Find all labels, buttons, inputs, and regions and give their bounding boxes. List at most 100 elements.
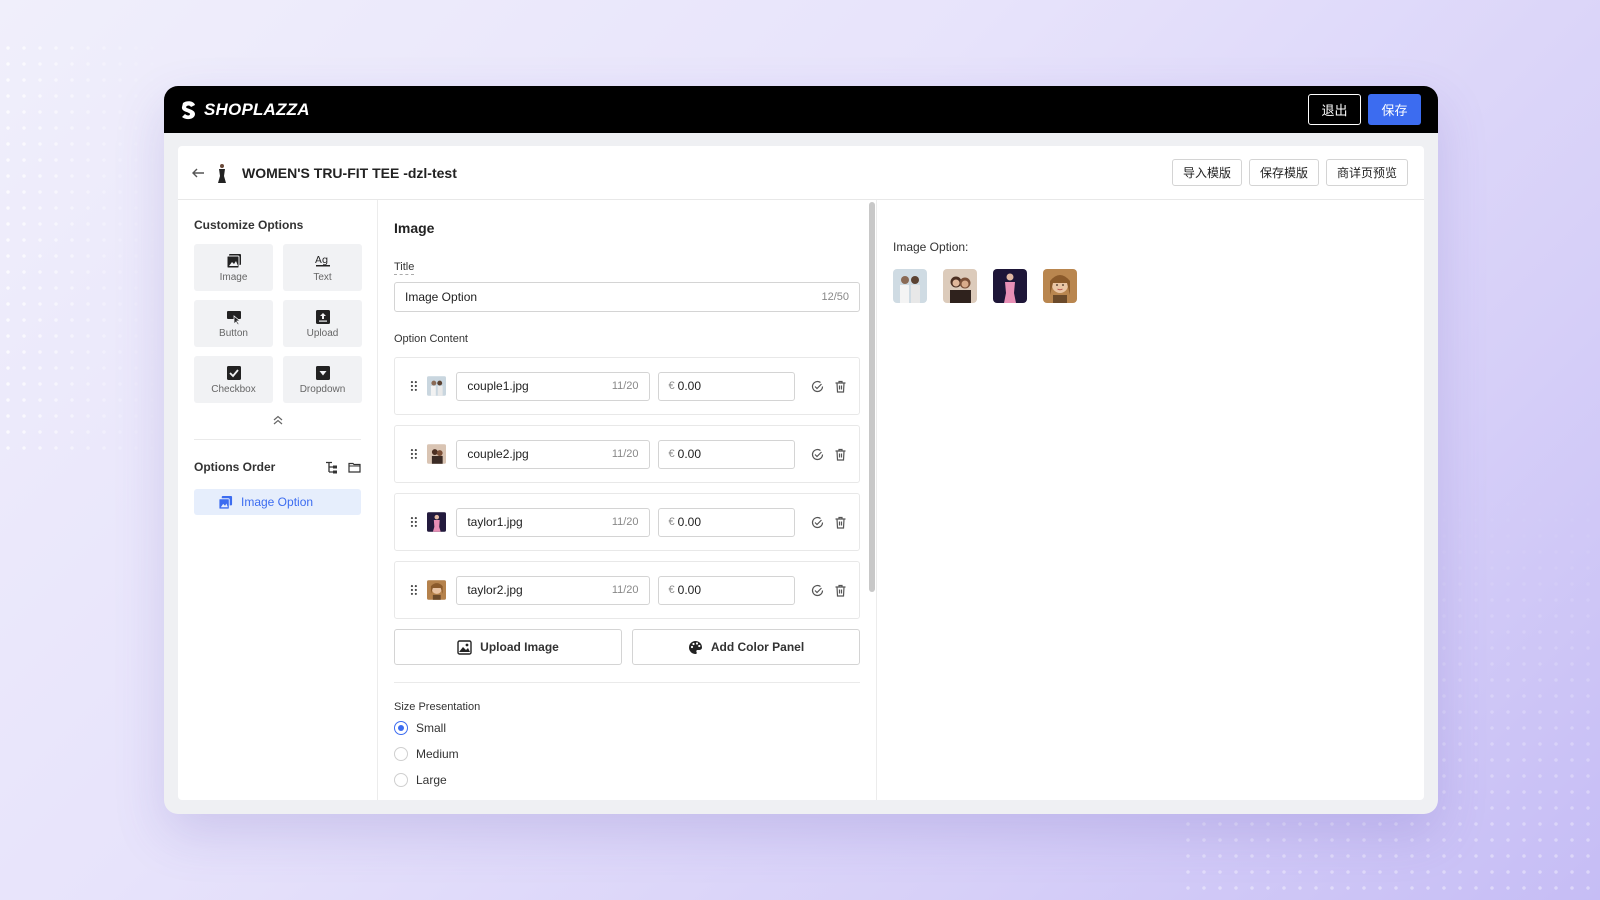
size-label: Large (416, 773, 447, 787)
size-option-small[interactable]: Small (394, 721, 860, 735)
option-row: taylor2.jpg 11/20 € 0.00 (394, 561, 860, 619)
image-name: couple1.jpg (467, 379, 529, 393)
drag-handle-icon[interactable] (409, 584, 419, 596)
editor-heading: Image (394, 220, 435, 236)
divider (194, 439, 361, 440)
trash-icon[interactable] (834, 516, 847, 529)
preview-swatch-taylor2[interactable] (1043, 269, 1077, 303)
palette-icon (688, 640, 702, 654)
image-icon (218, 495, 233, 510)
check-circle-icon[interactable] (811, 516, 824, 529)
top-bar: SHOPLAZZA 退出 保存 (164, 86, 1438, 133)
trash-icon[interactable] (834, 584, 847, 597)
preview-swatch-couple2[interactable] (943, 269, 977, 303)
svg-text:Ag: Ag (315, 255, 328, 266)
import-template-button[interactable]: 导入模版 (1171, 159, 1242, 186)
size-label: Medium (416, 747, 459, 761)
product-preview-button[interactable]: 商详页预览 (1325, 159, 1408, 186)
option-label: Text (313, 271, 332, 283)
currency-symbol: € (668, 584, 675, 596)
order-item-image-option[interactable]: Image Option (194, 489, 361, 515)
preview-swatch-couple1[interactable] (893, 269, 927, 303)
name-counter: 11/20 (611, 380, 639, 392)
option-checkbox[interactable]: Checkbox (194, 356, 273, 403)
preview-option-label: Image Option: (893, 240, 969, 254)
folder-icon[interactable] (348, 461, 361, 474)
option-text[interactable]: Ag Text (283, 244, 362, 291)
option-upload[interactable]: Upload (283, 300, 362, 347)
image-name-input[interactable]: taylor1.jpg 11/20 (456, 507, 650, 537)
price-value: 0.00 (677, 583, 702, 597)
option-row: taylor1.jpg 11/20 € 0.00 (394, 493, 860, 551)
text-icon: Ag (315, 255, 330, 266)
image-name-input[interactable]: couple2.jpg 11/20 (456, 439, 650, 469)
option-label: Dropdown (299, 383, 346, 395)
collapse-toggle[interactable] (194, 413, 361, 429)
editor-scrollbar[interactable] (869, 202, 875, 592)
name-counter: 11/20 (611, 448, 639, 460)
image-thumbnail[interactable] (426, 444, 447, 464)
option-label: Checkbox (211, 383, 256, 395)
tree-structure-icon[interactable] (325, 461, 338, 474)
drag-handle-icon[interactable] (409, 516, 419, 528)
add-color-panel-button[interactable]: Add Color Panel (632, 629, 860, 665)
save-template-button[interactable]: 保存模版 (1248, 159, 1319, 186)
option-button[interactable]: Button (194, 300, 273, 347)
option-row: couple1.jpg 11/20 € 0.00 (394, 357, 860, 415)
image-thumbnail[interactable] (426, 376, 447, 396)
button-cursor-icon (226, 310, 241, 325)
price-input[interactable]: € 0.00 (657, 575, 795, 605)
trash-icon[interactable] (834, 380, 847, 393)
check-circle-icon[interactable] (811, 448, 824, 461)
options-order-title: Options Order (194, 460, 276, 474)
option-editor: Image Title Image Option 12/50 Option Co… (378, 200, 877, 800)
drag-handle-icon[interactable] (409, 448, 419, 460)
preview-panel: Image Option: (877, 200, 1424, 800)
check-circle-icon[interactable] (811, 584, 824, 597)
image-name: taylor2.jpg (467, 583, 523, 597)
app-window: SHOPLAZZA 退出 保存 WOMEN'S TRU-FIT TEE -dzl… (164, 86, 1438, 814)
size-option-medium[interactable]: Medium (394, 747, 860, 761)
product-title: WOMEN'S TRU-FIT TEE -dzl-test (242, 164, 457, 181)
page-header: WOMEN'S TRU-FIT TEE -dzl-test 导入模版 保存模版 … (178, 146, 1424, 200)
preview-swatch-taylor1[interactable] (993, 269, 1027, 303)
exit-button[interactable]: 退出 (1308, 94, 1361, 125)
image-name-input[interactable]: taylor2.jpg 11/20 (456, 575, 650, 605)
upload-icon (315, 309, 330, 324)
price-input[interactable]: € 0.00 (657, 507, 795, 537)
image-name-input[interactable]: couple1.jpg 11/20 (456, 371, 650, 401)
drag-handle-icon[interactable] (409, 380, 419, 392)
brand-name: SHOPLAZZA (204, 99, 310, 119)
image-thumbnail[interactable] (426, 512, 447, 532)
chevron-double-up-icon (273, 415, 282, 425)
image-name: couple2.jpg (467, 447, 529, 461)
price-input[interactable]: € 0.00 (657, 371, 795, 401)
image-thumbnail[interactable] (426, 580, 447, 600)
size-presentation-label: Size Presentation (394, 701, 481, 713)
option-image[interactable]: Image (194, 244, 273, 291)
upload-image-button[interactable]: Upload Image (394, 629, 622, 665)
background-dots (0, 40, 170, 460)
save-button[interactable]: 保存 (1368, 94, 1421, 125)
currency-symbol: € (668, 380, 675, 392)
option-label: Upload (306, 327, 339, 339)
option-dropdown[interactable]: Dropdown (283, 356, 362, 403)
dropdown-icon (315, 365, 330, 380)
title-value: Image Option (405, 290, 478, 304)
check-circle-icon[interactable] (811, 380, 824, 393)
arrow-left-icon[interactable] (190, 165, 206, 181)
price-input[interactable]: € 0.00 (657, 439, 795, 469)
option-label: Button (219, 327, 248, 339)
checkbox-icon (226, 365, 241, 380)
upload-image-label: Upload Image (480, 640, 559, 654)
radio-unselected-icon (394, 773, 408, 787)
radio-unselected-icon (394, 747, 408, 761)
divider (394, 682, 860, 683)
customize-options-title: Customize Options (194, 218, 304, 232)
title-input[interactable]: Image Option 12/50 (394, 282, 860, 312)
trash-icon[interactable] (834, 448, 847, 461)
size-option-large[interactable]: Large (394, 773, 860, 787)
price-value: 0.00 (677, 379, 702, 393)
size-label: Small (416, 721, 447, 735)
brand-logo: SHOPLAZZA (180, 100, 310, 120)
